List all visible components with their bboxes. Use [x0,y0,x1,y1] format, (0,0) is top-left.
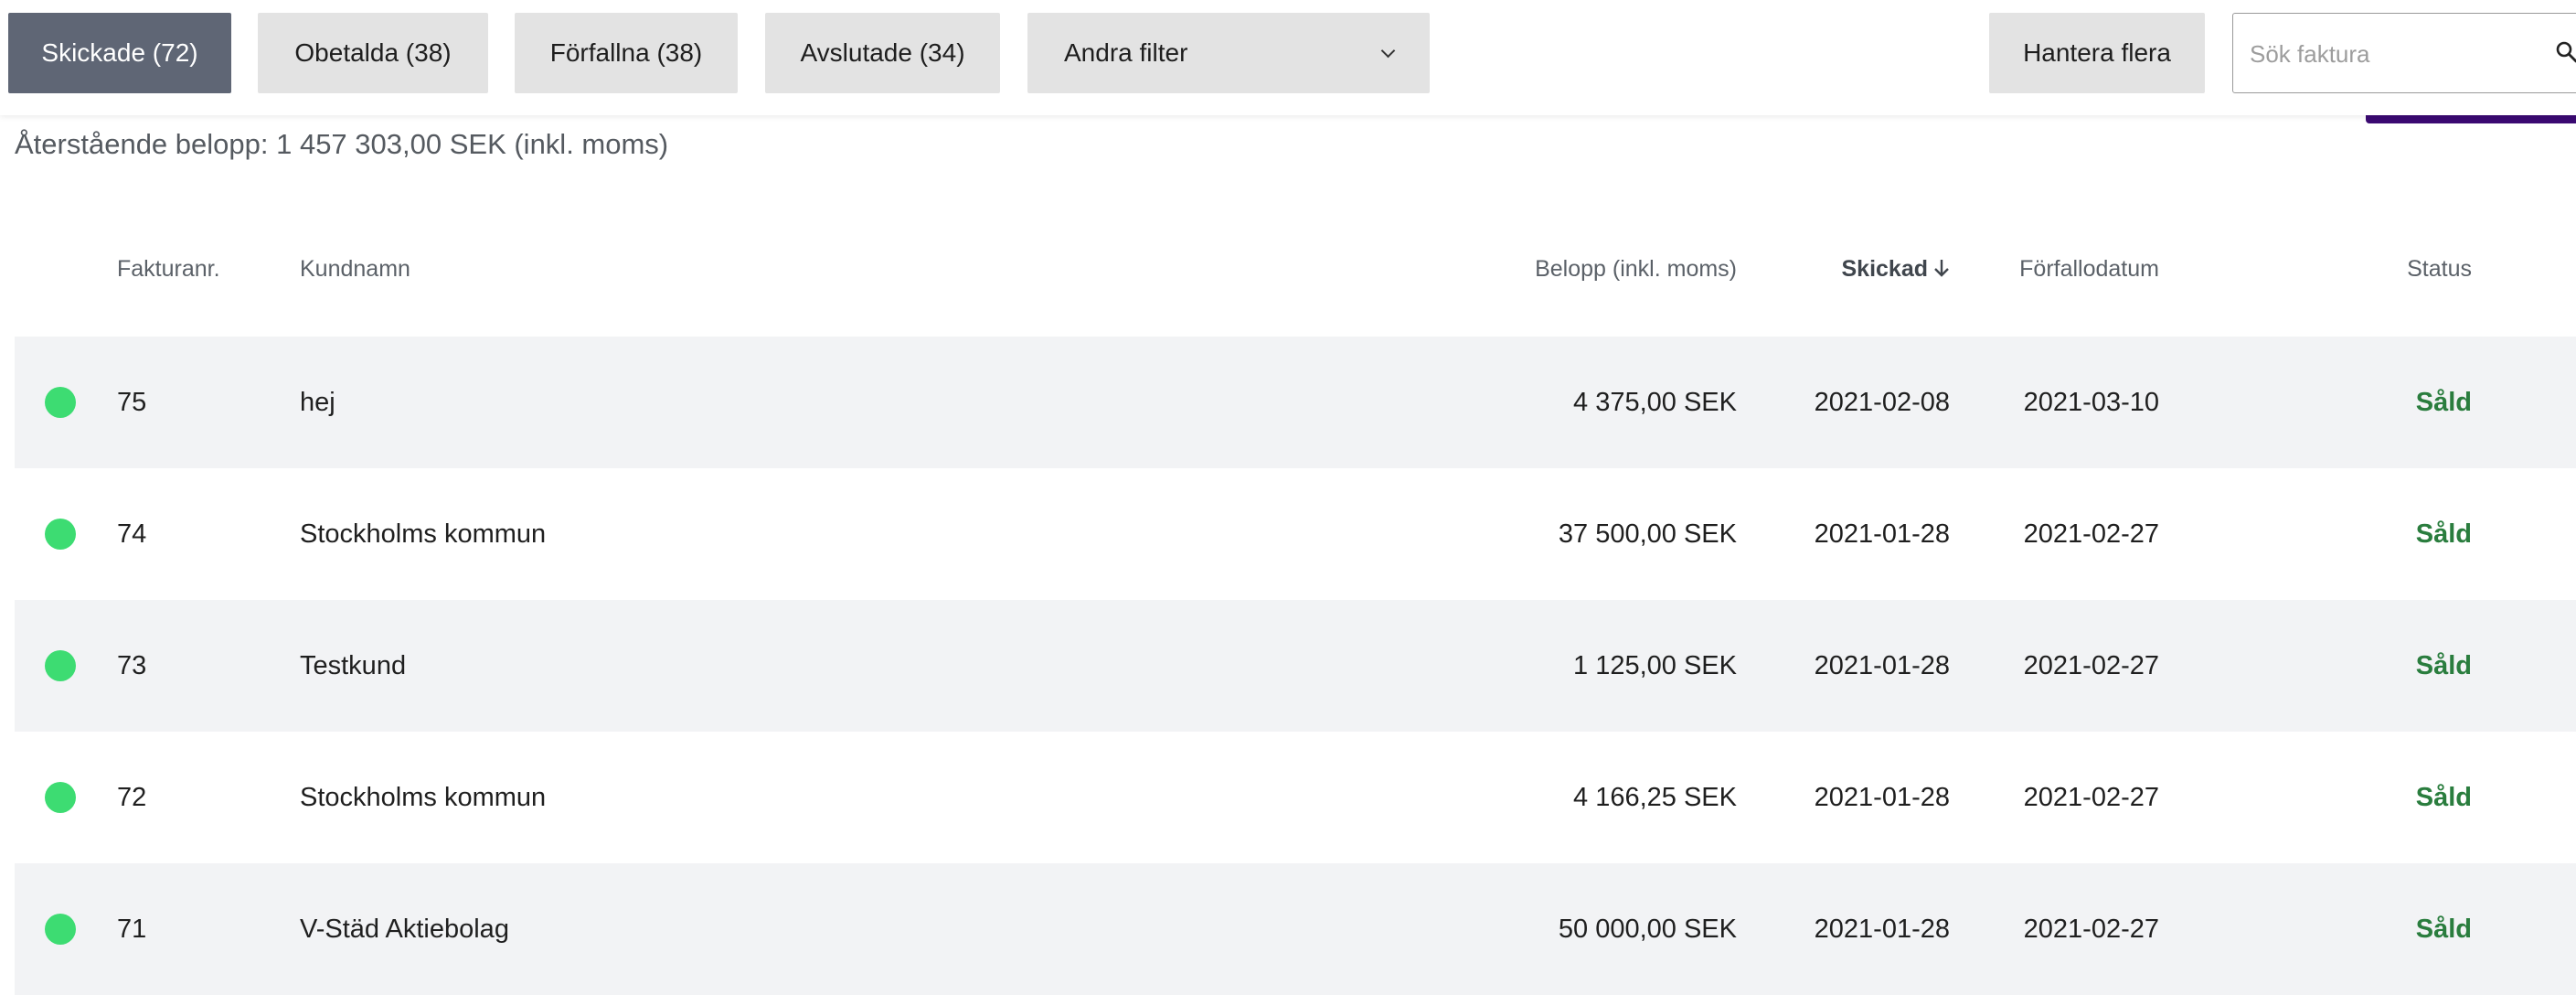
invoice-number: 72 [117,782,147,812]
search-input[interactable] [2248,14,2562,94]
accent-bar [2366,115,2576,123]
due-date: 2021-03-10 [2023,387,2159,417]
customer-name: hej [300,387,335,417]
invoice-status: Såld [2415,519,2472,549]
customer-name: Stockholms kommun [300,782,547,812]
invoice-number: 73 [117,650,147,680]
column-header-sent-label: Skickad [1841,256,1928,282]
invoice-number: 75 [117,387,147,417]
due-date: 2021-02-27 [2023,519,2159,549]
invoice-status: Såld [2415,782,2472,812]
table-row[interactable]: 71 V-Städ Aktiebolag 50 000,00 SEK 2021-… [15,863,2576,995]
arrow-down-icon [1934,260,1949,278]
column-header-status[interactable]: Status [2407,256,2472,283]
invoice-amount: 4 166,25 SEK [1573,782,1737,812]
chevron-down-icon [1380,43,1396,58]
table-row[interactable]: 74 Stockholms kommun 37 500,00 SEK 2021-… [15,468,2576,600]
manage-multiple-button[interactable]: Hantera flera [1989,13,2205,93]
sent-date: 2021-01-28 [1814,519,1950,549]
table-row[interactable]: 73 Testkund 1 125,00 SEK 2021-01-28 2021… [15,600,2576,732]
due-date: 2021-02-27 [2023,914,2159,944]
customer-name: Stockholms kommun [300,519,547,549]
invoice-status: Såld [2415,387,2472,417]
invoice-rows: 75 hej 4 375,00 SEK 2021-02-08 2021-03-1… [15,337,2576,995]
status-dot [45,519,76,550]
invoice-status: Såld [2415,914,2472,944]
due-date: 2021-02-27 [2023,782,2159,812]
filter-tab-obetalda[interactable]: Obetalda (38) [258,13,488,93]
status-dot [45,782,76,813]
column-header-due-date[interactable]: Förfallodatum [2019,256,2159,283]
status-dot [45,387,76,418]
filter-tab-skickade[interactable]: Skickade (72) [8,13,231,93]
sent-date: 2021-01-28 [1814,782,1950,812]
status-dot [45,650,76,681]
customer-name: V-Städ Aktiebolag [300,914,509,944]
due-date: 2021-02-27 [2023,650,2159,680]
sent-date: 2021-01-28 [1814,650,1950,680]
search-field[interactable] [2232,13,2576,94]
invoice-status: Såld [2415,650,2472,680]
customer-name: Testkund [300,650,407,680]
filter-tab-avslutade[interactable]: Avslutade (34) [765,13,1000,93]
invoice-number: 74 [117,519,147,549]
table-row[interactable]: 72 Stockholms kommun 4 166,25 SEK 2021-0… [15,732,2576,863]
column-header-invoice-number[interactable]: Fakturanr. [117,256,220,283]
invoice-amount: 1 125,00 SEK [1573,650,1737,680]
filter-tab-forfallna[interactable]: Förfallna (38) [515,13,738,93]
invoice-amount: 50 000,00 SEK [1558,914,1737,944]
sent-date: 2021-02-08 [1814,387,1950,417]
filter-toolbar: Skickade (72) Obetalda (38) Förfallna (3… [0,0,2576,115]
other-filter-label: Andra filter [1064,38,1188,67]
invoice-amount: 4 375,00 SEK [1573,387,1737,417]
invoice-amount: 37 500,00 SEK [1558,519,1737,549]
column-header-customer[interactable]: Kundnamn [300,256,410,283]
table-row[interactable]: 75 hej 4 375,00 SEK 2021-02-08 2021-03-1… [15,337,2576,468]
remaining-amount-summary: Återstående belopp: 1 457 303,00 SEK (in… [15,128,669,160]
column-header-sent[interactable]: Skickad [1841,256,1950,283]
column-header-amount[interactable]: Belopp (inkl. moms) [1535,256,1737,283]
status-dot [45,914,76,945]
sent-date: 2021-01-28 [1814,914,1950,944]
search-icon[interactable] [2555,40,2576,64]
other-filter-dropdown[interactable]: Andra filter [1027,13,1430,93]
invoice-number: 71 [117,914,147,944]
